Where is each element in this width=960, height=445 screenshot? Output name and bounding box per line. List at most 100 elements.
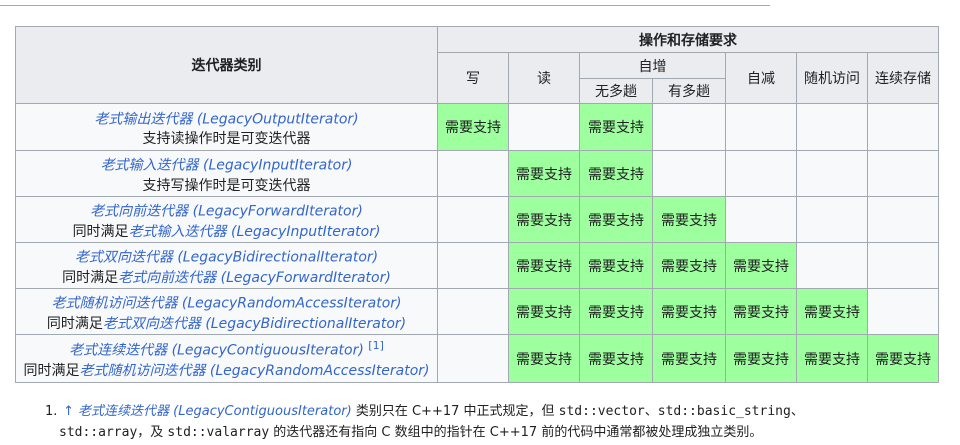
- iterator-category-name: 老式双向迭代器 (LegacyBidirectionalIterator): [17, 244, 437, 268]
- requirement-cell-multipass: 需要支持: [652, 242, 726, 289]
- iterator-category-note: 同时满足老式随机访问迭代器 (LegacyRandomAccessIterato…: [17, 361, 437, 381]
- header-random-access: 随机访问: [796, 52, 868, 104]
- requirement-cell-no-multipass: 需要支持: [579, 288, 653, 335]
- requirement-cell-read: 需要支持: [508, 288, 580, 335]
- iterator-category-note: 同时满足老式双向迭代器 (LegacyBidirectionalIterator…: [17, 314, 437, 334]
- table-body: 老式输出迭代器 (LegacyOutputIterator) 支持读操作时是可变…: [15, 103, 939, 383]
- requirement-cell-no-multipass: 需要支持: [579, 242, 653, 289]
- iterator-categories-table: 迭代器类别 操作和存储要求 写 读 自增 自减 随机访问 连续存储 无多趟 有多…: [15, 26, 939, 383]
- requirement-cell-no-multipass: 需要支持: [579, 150, 653, 197]
- iterator-category-link[interactable]: 老式双向迭代器 (LegacyBidirectionalIterator): [75, 250, 378, 266]
- requirement-cell-decrement: [725, 150, 797, 197]
- note-iterator-link[interactable]: 老式输入迭代器 (LegacyInputIterator): [129, 224, 381, 240]
- table-row: 老式随机访问迭代器 (LegacyRandomAccessIterator) 同…: [15, 288, 939, 335]
- iterator-category-cell: 老式输出迭代器 (LegacyOutputIterator) 支持读操作时是可变…: [15, 103, 438, 151]
- note-iterator-link[interactable]: 老式向前迭代器 (LegacyForwardIterator): [118, 270, 391, 286]
- header-read: 读: [508, 52, 580, 104]
- note-iterator-link[interactable]: 老式双向迭代器 (LegacyBidirectionalIterator): [103, 316, 406, 332]
- note-text: 同时满足: [62, 269, 119, 286]
- iterator-category-cell: 老式双向迭代器 (LegacyBidirectionalIterator) 同时…: [15, 242, 438, 289]
- requirement-cell-decrement: 需要支持: [725, 334, 797, 383]
- requirement-cell-write: 需要支持: [437, 103, 509, 151]
- iterator-category-name: 老式输出迭代器 (LegacyOutputIterator): [17, 105, 437, 130]
- requirement-cell-multipass: 需要支持: [652, 196, 726, 243]
- header-no-multipass: 无多趟: [579, 78, 653, 104]
- requirement-cell-decrement: [725, 196, 797, 243]
- table-row: 老式输出迭代器 (LegacyOutputIterator) 支持读操作时是可变…: [15, 103, 939, 151]
- header-iterator-category: 迭代器类别: [15, 26, 438, 104]
- footnote-separator-1: 、: [644, 404, 658, 419]
- header-write: 写: [437, 52, 509, 104]
- requirement-cell-contiguous: 需要支持: [867, 334, 939, 383]
- requirement-cell-contiguous: [867, 196, 939, 243]
- iterator-category-link[interactable]: 老式连续迭代器 (LegacyContiguousIterator): [69, 343, 364, 359]
- footnote-code-array: std::array: [59, 425, 138, 440]
- requirement-cell-no-multipass: 需要支持: [579, 103, 653, 151]
- iterator-category-link[interactable]: 老式随机访问迭代器 (LegacyRandomAccessIterator): [51, 296, 401, 312]
- requirement-cell-write: [437, 334, 509, 383]
- iterator-category-link[interactable]: 老式输入迭代器 (LegacyInputIterator): [101, 158, 353, 174]
- header-multipass: 有多趟: [652, 78, 726, 104]
- footnote-link-contiguous-iterator[interactable]: 老式连续迭代器 (LegacyContiguousIterator): [78, 404, 352, 419]
- header-increment: 自增: [579, 52, 726, 79]
- iterator-category-note: 支持读操作时是可变迭代器: [17, 129, 437, 149]
- iterator-category-name: 老式连续迭代器 (LegacyContiguousIterator) [1]: [17, 336, 437, 361]
- requirement-cell-multipass: [652, 150, 726, 197]
- note-text: 支持读操作时是可变迭代器: [142, 131, 311, 148]
- iterator-category-cell: 老式输入迭代器 (LegacyInputIterator) 支持写操作时是可变迭…: [15, 150, 438, 197]
- requirement-cell-contiguous: [867, 103, 939, 151]
- requirement-cell-decrement: [725, 103, 797, 151]
- requirement-cell-read: [508, 103, 580, 151]
- iterator-category-name: 老式向前迭代器 (LegacyForwardIterator): [17, 198, 437, 222]
- requirement-cell-random-access: 需要支持: [796, 334, 868, 383]
- requirement-cell-decrement: 需要支持: [725, 288, 797, 335]
- requirement-cell-read: 需要支持: [508, 150, 580, 197]
- footnote-code-basic-string: std::basic_string: [657, 404, 791, 419]
- footnote-backlink[interactable]: ↑: [63, 404, 74, 419]
- table-row: 老式向前迭代器 (LegacyForwardIterator) 同时满足老式输入…: [15, 196, 939, 243]
- cropped-text-line: [0, 0, 770, 6]
- header-operation-requirements: 操作和存储要求: [437, 26, 939, 53]
- requirement-cell-read: 需要支持: [508, 242, 580, 289]
- note-iterator-link[interactable]: 老式随机访问迭代器 (LegacyRandomAccessIterator): [79, 363, 429, 379]
- header-decrement: 自减: [725, 52, 797, 104]
- note-text: 支持写操作时是可变迭代器: [142, 177, 311, 194]
- requirement-cell-decrement: 需要支持: [725, 242, 797, 289]
- iterator-category-cell: 老式随机访问迭代器 (LegacyRandomAccessIterator) 同…: [15, 288, 438, 335]
- note-text: 同时满足: [72, 223, 129, 240]
- requirement-cell-write: [437, 288, 509, 335]
- requirement-cell-random-access: [796, 150, 868, 197]
- requirement-cell-no-multipass: 需要支持: [579, 334, 653, 383]
- footnote-text-1: 类别只在 C++17 中正式规定，但: [351, 404, 559, 419]
- requirement-cell-random-access: [796, 103, 868, 151]
- requirement-cell-write: [437, 150, 509, 197]
- requirement-cell-contiguous: [867, 242, 939, 289]
- iterator-category-name: 老式随机访问迭代器 (LegacyRandomAccessIterator): [17, 290, 437, 314]
- footnote-separator-2: 、: [790, 404, 804, 419]
- header-contiguous-storage: 连续存储: [867, 52, 939, 104]
- iterator-category-note: 同时满足老式输入迭代器 (LegacyInputIterator): [17, 222, 437, 242]
- footnote-ref-link[interactable]: [1]: [368, 339, 384, 352]
- note-text: 同时满足: [23, 362, 80, 379]
- table-row: 老式连续迭代器 (LegacyContiguousIterator) [1] 同时…: [15, 334, 939, 383]
- iterator-category-link[interactable]: 老式向前迭代器 (LegacyForwardIterator): [90, 204, 363, 220]
- iterator-category-name: 老式输入迭代器 (LegacyInputIterator): [17, 152, 437, 176]
- footnotes: 1. ↑ 老式连续迭代器 (LegacyContiguousIterator) 类…: [45, 401, 945, 443]
- table-row: 老式输入迭代器 (LegacyInputIterator) 支持写操作时是可变迭…: [15, 150, 939, 197]
- requirement-cell-write: [437, 196, 509, 243]
- requirement-cell-write: [437, 242, 509, 289]
- footnote-text-2: ，及: [137, 425, 168, 440]
- requirement-cell-contiguous: [867, 288, 939, 335]
- requirement-cell-random-access: 需要支持: [796, 288, 868, 335]
- requirement-cell-contiguous: [867, 150, 939, 197]
- iterator-category-link[interactable]: 老式输出迭代器 (LegacyOutputIterator): [94, 111, 358, 127]
- note-text: 同时满足: [46, 315, 103, 332]
- footnote-code-valarray: std::valarray: [167, 425, 270, 440]
- iterator-category-cell: 老式向前迭代器 (LegacyForwardIterator) 同时满足老式输入…: [15, 196, 438, 243]
- requirement-cell-read: 需要支持: [508, 196, 580, 243]
- requirement-cell-multipass: 需要支持: [652, 334, 726, 383]
- iterator-category-note: 支持写操作时是可变迭代器: [17, 176, 437, 196]
- table-row: 老式双向迭代器 (LegacyBidirectionalIterator) 同时…: [15, 242, 939, 289]
- requirement-cell-random-access: [796, 196, 868, 243]
- iterator-category-note: 同时满足老式向前迭代器 (LegacyForwardIterator): [17, 268, 437, 288]
